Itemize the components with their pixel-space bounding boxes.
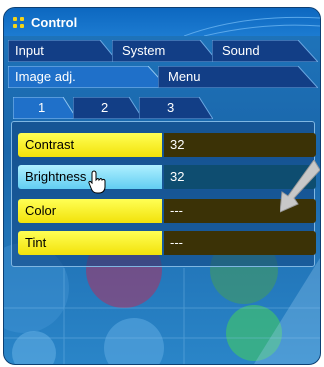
tab-page-3-label: 3 [167, 100, 175, 115]
tab-sound-label: Sound [222, 43, 260, 58]
tab-page-2-label: 2 [101, 100, 109, 115]
tab-page-3[interactable]: 3 [139, 97, 213, 119]
tab-menu[interactable]: Menu [158, 66, 318, 88]
setting-label: Color [18, 199, 162, 223]
tab-system[interactable]: System [112, 40, 218, 62]
tab-page-1-label: 1 [38, 100, 46, 115]
title-decoration [184, 16, 320, 36]
tab-page-1[interactable]: 1 [13, 97, 77, 119]
setting-value[interactable]: --- [164, 231, 316, 255]
hand-pointer-icon [88, 170, 106, 194]
setting-label: Tint [18, 231, 162, 255]
pointer-arrow-graphic [280, 160, 320, 213]
setting-row-contrast[interactable]: Contrast 32 [18, 133, 316, 157]
grid-icon [13, 17, 24, 28]
tab-image-adj[interactable]: Image adj. [8, 66, 168, 88]
setting-row-brightness[interactable]: Brightness 32 [18, 165, 316, 189]
tab-sound[interactable]: Sound [212, 40, 318, 62]
title-bar: Control [4, 8, 320, 36]
tab-menu-label: Menu [168, 69, 201, 84]
setting-row-color[interactable]: Color --- [18, 199, 316, 223]
tab-system-label: System [122, 43, 166, 58]
sub-tab-bar: Image adj. Menu [8, 66, 318, 88]
tab-page-2[interactable]: 2 [73, 97, 143, 119]
tab-image-adj-label: Image adj. [15, 69, 76, 84]
setting-row-tint[interactable]: Tint --- [18, 231, 316, 255]
setting-value[interactable]: 32 [164, 133, 316, 157]
window-title: Control [31, 15, 78, 30]
tab-input[interactable]: Input [8, 40, 118, 62]
setting-label: Contrast [18, 133, 162, 157]
control-window: Control Input System Sound Image adj. Me… [3, 7, 321, 365]
tab-input-label: Input [15, 43, 44, 58]
page-tab-bar: 1 2 3 [13, 97, 213, 119]
main-tab-bar: Input System Sound [8, 40, 318, 62]
settings-panel: Contrast 32 Brightness 32 Color --- Tint… [11, 121, 316, 267]
